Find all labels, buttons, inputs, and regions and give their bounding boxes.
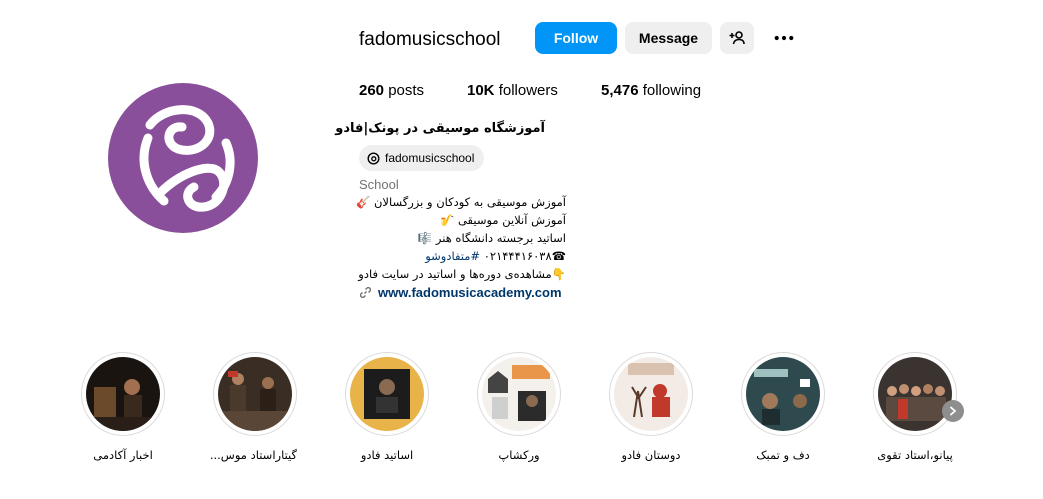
bio-hashtag[interactable]: #متفادوشو [425, 249, 480, 263]
highlight-item[interactable]: اساتید فادو [345, 352, 429, 462]
highlight-item[interactable]: گیتاراستاد موس... [209, 352, 297, 462]
highlight-label: پیانو،استاد تقوی [877, 448, 953, 462]
highlight-cover-image [878, 357, 952, 431]
link-icon [359, 286, 372, 299]
followers-count: 10K [467, 82, 495, 99]
highlight-item[interactable]: ورکشاپ [477, 352, 561, 462]
highlight-label: دوستان فادو [621, 448, 681, 462]
bio-line: آموزش آنلاین موسیقی 🎷 [440, 213, 566, 227]
highlight-ring [345, 352, 429, 436]
profile-username: fadomusicschool [359, 29, 501, 50]
posts-count: 260 [359, 82, 385, 99]
followers-label: followers [494, 82, 558, 99]
highlight-item[interactable]: اخبار آکادمی [81, 352, 165, 462]
fado-logo-icon [139, 105, 235, 212]
highlight-ring [213, 352, 297, 436]
bio-line: آموزش موسیقی به کودکان و بزرگسالان 🎸 [356, 195, 566, 209]
highlight-label: گیتاراستاد موس... [209, 448, 297, 462]
profile-full-name: آموزشگاه موسیقی در پونک|فادو [335, 121, 545, 136]
website-url: www.fadomusicacademy.com [378, 285, 562, 300]
highlight-label: اخبار آکادمی [93, 448, 153, 462]
following-label: following [638, 82, 702, 99]
highlight-cover-image [482, 357, 556, 431]
threads-icon [367, 151, 380, 165]
highlight-ring [81, 352, 165, 436]
highlight-ring [873, 352, 957, 436]
highlights-next-button[interactable] [942, 400, 964, 422]
bio-phone: ☎۰۲۱۴۴۴۱۶۰۳۸ [483, 249, 566, 263]
following-stat[interactable]: 5,476 following [601, 82, 701, 99]
bio-line: ☎۰۲۱۴۴۴۱۶۰۳۸ #متفادوشو [356, 247, 566, 265]
add-user-icon [729, 31, 745, 45]
bio-line: 👇مشاهده‌ی دوره‌ها و اساتید در سایت فادو [358, 267, 566, 281]
followers-stat[interactable]: 10K followers [467, 82, 558, 99]
highlight-item[interactable]: دوستان فادو [609, 352, 693, 462]
highlight-label: اساتید فادو [360, 448, 414, 462]
more-options-icon [774, 35, 794, 41]
follow-button[interactable]: Follow [535, 22, 617, 54]
following-count: 5,476 [601, 82, 639, 99]
highlight-label: ورکشاپ [498, 448, 540, 462]
highlight-cover-image [746, 357, 820, 431]
profile-category: School [359, 177, 399, 192]
profile-avatar[interactable] [108, 83, 258, 233]
highlight-cover-image [350, 357, 424, 431]
highlight-cover-image [614, 357, 688, 431]
bio-line: اساتید برجسته دانشگاه هنر 🎼 [417, 231, 566, 245]
more-options-button[interactable] [768, 22, 800, 54]
highlight-label: دف و تمبک [756, 448, 810, 462]
suggested-users-button[interactable] [720, 22, 754, 54]
posts-label: posts [384, 82, 425, 99]
highlight-ring [741, 352, 825, 436]
posts-stat: 260 posts [359, 82, 424, 99]
highlight-cover-image [86, 357, 160, 431]
highlight-item[interactable]: دف و تمبک [741, 352, 825, 462]
highlight-cover-image [218, 357, 292, 431]
threads-badge[interactable]: fadomusicschool [359, 145, 485, 171]
message-button[interactable]: Message [625, 22, 712, 54]
chevron-right-icon [950, 406, 957, 416]
highlight-ring [609, 352, 693, 436]
profile-bio: آموزش موسیقی به کودکان و بزرگسالان 🎸 آمو… [356, 193, 566, 283]
threads-handle: fadomusicschool [385, 151, 475, 165]
website-link[interactable]: www.fadomusicacademy.com [359, 285, 562, 300]
highlight-ring [477, 352, 561, 436]
